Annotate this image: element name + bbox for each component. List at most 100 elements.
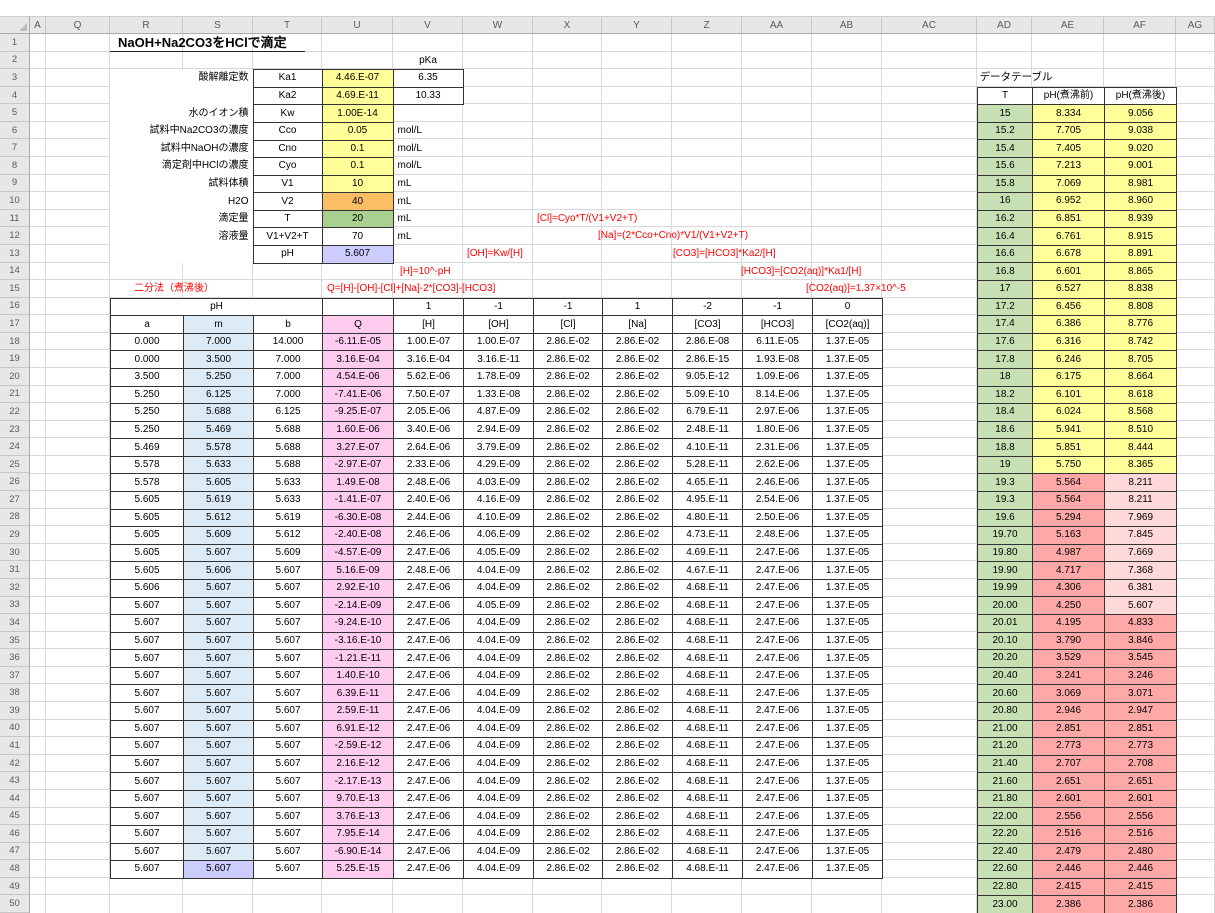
cell[interactable]: 3.790 (1032, 631, 1105, 651)
cell[interactable]: 2.86.E-02 (533, 332, 604, 352)
cell[interactable]: -6.90.E-14 (322, 842, 395, 862)
cell[interactable]: 2.86.E-02 (602, 860, 674, 879)
cell[interactable]: 4.04.E-09 (463, 789, 535, 809)
cell[interactable]: 6.381 (1104, 578, 1177, 598)
cell[interactable]: 2.86.E-02 (533, 666, 604, 686)
cell[interactable]: 8.334 (1032, 104, 1105, 123)
cell[interactable]: 8.742 (1104, 332, 1177, 352)
cell[interactable]: 15.4 (977, 139, 1033, 158)
row-header-6[interactable]: 6 (0, 122, 29, 140)
cell[interactable]: Kw (252, 104, 323, 123)
row-header-35[interactable]: 35 (0, 632, 29, 650)
cell[interactable]: 0.000 (110, 332, 184, 352)
cell[interactable]: Cno (252, 139, 323, 159)
cell[interactable]: 2.86.E-02 (602, 754, 674, 774)
column-header-S[interactable]: S (183, 17, 253, 33)
cell[interactable]: V1+V2+T (252, 227, 323, 246)
cell[interactable]: 2.86.E-02 (602, 561, 674, 580)
cell[interactable]: 7.213 (1032, 157, 1105, 176)
cell[interactable]: 4.87.E-09 (463, 403, 535, 422)
cell[interactable]: 4.04.E-09 (463, 719, 535, 739)
cell[interactable]: 10 (321, 174, 394, 194)
cell[interactable]: 4.29.E-09 (463, 455, 535, 475)
cell[interactable]: 2.86.E-02 (533, 825, 604, 844)
cell[interactable]: 4.195 (1032, 614, 1105, 633)
cell[interactable]: 2.86.E-02 (533, 438, 604, 457)
cell[interactable]: 6.91.E-12 (322, 719, 395, 739)
cell[interactable]: [OH] (463, 315, 535, 334)
cell[interactable]: 7.000 (183, 332, 254, 352)
cell[interactable]: -2.40.E-08 (322, 526, 395, 545)
cell[interactable]: 1.37.E-05 (812, 842, 884, 862)
cell[interactable]: 2.516 (1032, 824, 1105, 844)
cell[interactable]: 1.37.E-05 (812, 438, 884, 457)
cell[interactable]: 2.86.E-08 (672, 332, 744, 352)
cell[interactable]: 5.607 (183, 543, 254, 563)
cell[interactable]: 19.3 (977, 473, 1033, 492)
cell[interactable]: 8.568 (1104, 403, 1177, 422)
cell[interactable]: 8.365 (1104, 455, 1177, 475)
row-header-47[interactable]: 47 (0, 843, 29, 861)
cell[interactable]: 5.607 (252, 860, 324, 879)
cell[interactable]: 1.37.E-05 (812, 526, 884, 545)
row-header-8[interactable]: 8 (0, 157, 29, 175)
cell[interactable]: 8.664 (1104, 367, 1177, 387)
cell[interactable]: 1 (393, 297, 465, 317)
cell[interactable]: 1.00.E-07 (393, 332, 465, 352)
cell[interactable]: 19.99 (977, 578, 1033, 598)
cell[interactable]: 2.86.E-02 (533, 631, 604, 651)
cell[interactable]: 21.80 (977, 789, 1033, 809)
cell[interactable]: -1.41.E-07 (322, 491, 395, 510)
cell[interactable]: pH(煮沸後) (1104, 86, 1177, 106)
cell[interactable]: 2.59.E-11 (322, 701, 395, 721)
cell[interactable]: 2.47.E-06 (393, 789, 465, 809)
row-header-7[interactable]: 7 (0, 139, 29, 158)
cell[interactable]: 8.211 (1104, 473, 1177, 492)
cell[interactable]: -3.16.E-10 (322, 631, 395, 651)
cell[interactable]: 18.2 (977, 385, 1033, 405)
cell[interactable]: 6.527 (1032, 280, 1105, 299)
cell[interactable]: 7.705 (1032, 121, 1105, 141)
column-header-AE[interactable]: AE (1032, 17, 1104, 33)
cell[interactable]: 16 (977, 192, 1033, 211)
cell[interactable]: 5.607 (183, 614, 254, 633)
cell[interactable]: 19.90 (977, 561, 1033, 580)
cell[interactable]: 5.578 (110, 455, 184, 475)
cell[interactable]: 5.607 (252, 561, 324, 580)
cell[interactable]: 8.808 (1104, 297, 1177, 317)
cell[interactable]: 2.47.E-06 (742, 543, 814, 563)
cell[interactable]: 試料体積 (110, 175, 253, 193)
row-header-5[interactable]: 5 (0, 104, 29, 122)
cell[interactable]: 5.688 (252, 438, 324, 457)
cell[interactable] (110, 87, 253, 105)
cell[interactable]: 2.86.E-02 (602, 614, 674, 633)
row-header-30[interactable]: 30 (0, 544, 29, 562)
column-header-AC[interactable]: AC (882, 17, 977, 33)
cell[interactable]: 2.54.E-06 (742, 491, 814, 510)
row-header-42[interactable]: 42 (0, 755, 29, 773)
cell[interactable]: 5.578 (183, 438, 254, 457)
cell[interactable]: 5.250 (110, 385, 184, 405)
cell[interactable]: 2.708 (1104, 754, 1177, 774)
cell[interactable]: 2.86.E-02 (533, 842, 604, 862)
cell[interactable]: 3.16.E-04 (322, 350, 395, 369)
cell[interactable]: 2.47.E-06 (742, 614, 814, 633)
row-header-19[interactable]: 19 (0, 350, 29, 369)
cell[interactable]: V2 (252, 192, 323, 211)
cell[interactable]: 4.04.E-09 (463, 631, 535, 651)
row-header-21[interactable]: 21 (0, 386, 29, 404)
cell[interactable]: 2.47.E-06 (393, 649, 465, 668)
cell[interactable]: 2.773 (1104, 737, 1177, 756)
cell[interactable]: 1.33.E-08 (463, 385, 535, 405)
cell[interactable]: T (977, 86, 1033, 106)
cell[interactable]: 3.071 (1104, 684, 1177, 703)
cell[interactable] (393, 105, 463, 123)
cell[interactable]: pH (109, 297, 324, 317)
cell[interactable]: 1.37.E-05 (812, 614, 884, 633)
column-header-Z[interactable]: Z (672, 17, 742, 33)
cell[interactable]: 5.607 (183, 701, 254, 721)
cell[interactable]: 2.48.E-06 (742, 526, 814, 545)
cell[interactable]: 2.48.E-06 (393, 473, 465, 493)
cell[interactable]: 5.609 (252, 543, 324, 563)
cell[interactable]: 1.37.E-05 (812, 455, 884, 475)
